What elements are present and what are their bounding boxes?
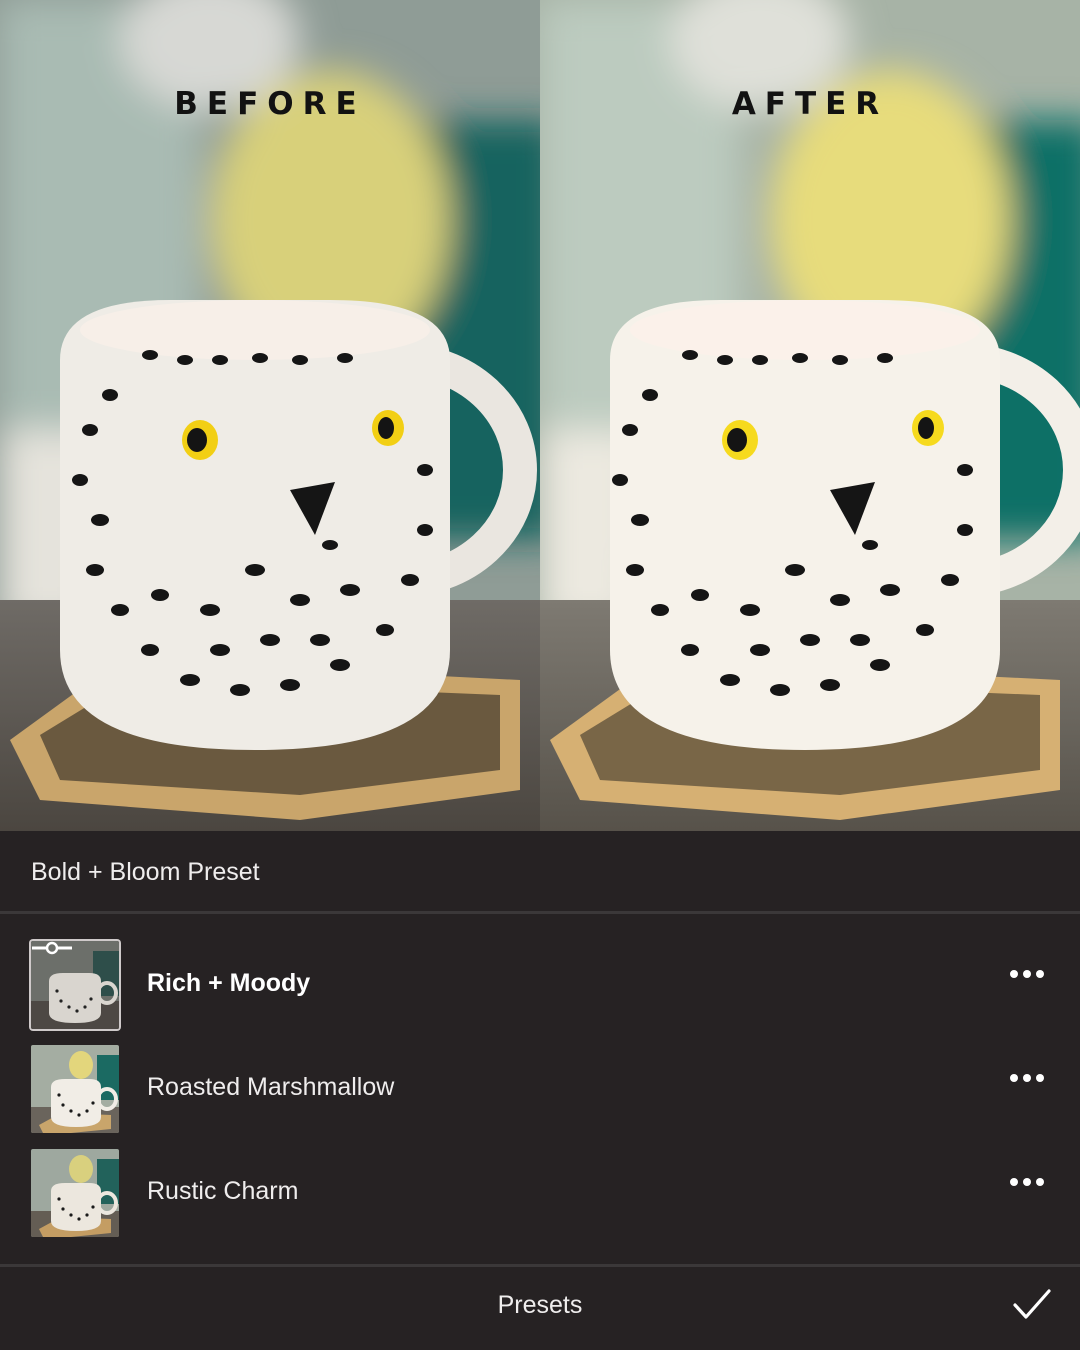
- before-label: BEFORE: [174, 86, 366, 122]
- checkmark-icon[interactable]: [1012, 1286, 1052, 1322]
- footer-title: Presets: [497, 1291, 583, 1319]
- after-label: AFTER: [731, 86, 889, 122]
- more-horizontal-icon[interactable]: [1010, 965, 1050, 981]
- preset-item-roasted-marshmallow[interactable]: Roasted Marshmallow: [0, 1045, 1080, 1135]
- owl-mug-photo-before: [0, 0, 540, 831]
- preset-item-rustic-charm[interactable]: Rustic Charm: [0, 1149, 1080, 1239]
- owl-mug-photo-after: [540, 0, 1080, 831]
- preset-thumbnail[interactable]: [31, 941, 119, 1029]
- divider: [0, 911, 1080, 914]
- preset-group-title: Bold + Bloom Preset: [31, 858, 260, 886]
- preset-thumbnail[interactable]: [31, 1045, 119, 1133]
- thumbnail-image: [31, 1045, 119, 1133]
- slider-icon: [32, 941, 72, 955]
- after-photo: [540, 0, 1080, 831]
- photo-preview: BEFORE AFTER: [0, 0, 1080, 831]
- preset-thumbnail[interactable]: [31, 1149, 119, 1237]
- preset-item-rich-moody[interactable]: Rich + Moody: [0, 941, 1080, 1031]
- preset-label: Rustic Charm: [147, 1177, 299, 1205]
- preset-panel: Bold + Bloom Preset Rich + Moody Roasted…: [0, 831, 1080, 1350]
- thumbnail-image: [31, 1149, 119, 1237]
- divider: [0, 1264, 1080, 1267]
- more-horizontal-icon[interactable]: [1010, 1173, 1050, 1189]
- more-horizontal-icon[interactable]: [1010, 1069, 1050, 1085]
- preset-label: Rich + Moody: [147, 969, 311, 997]
- before-photo: [0, 0, 540, 831]
- preset-label: Roasted Marshmallow: [147, 1073, 395, 1101]
